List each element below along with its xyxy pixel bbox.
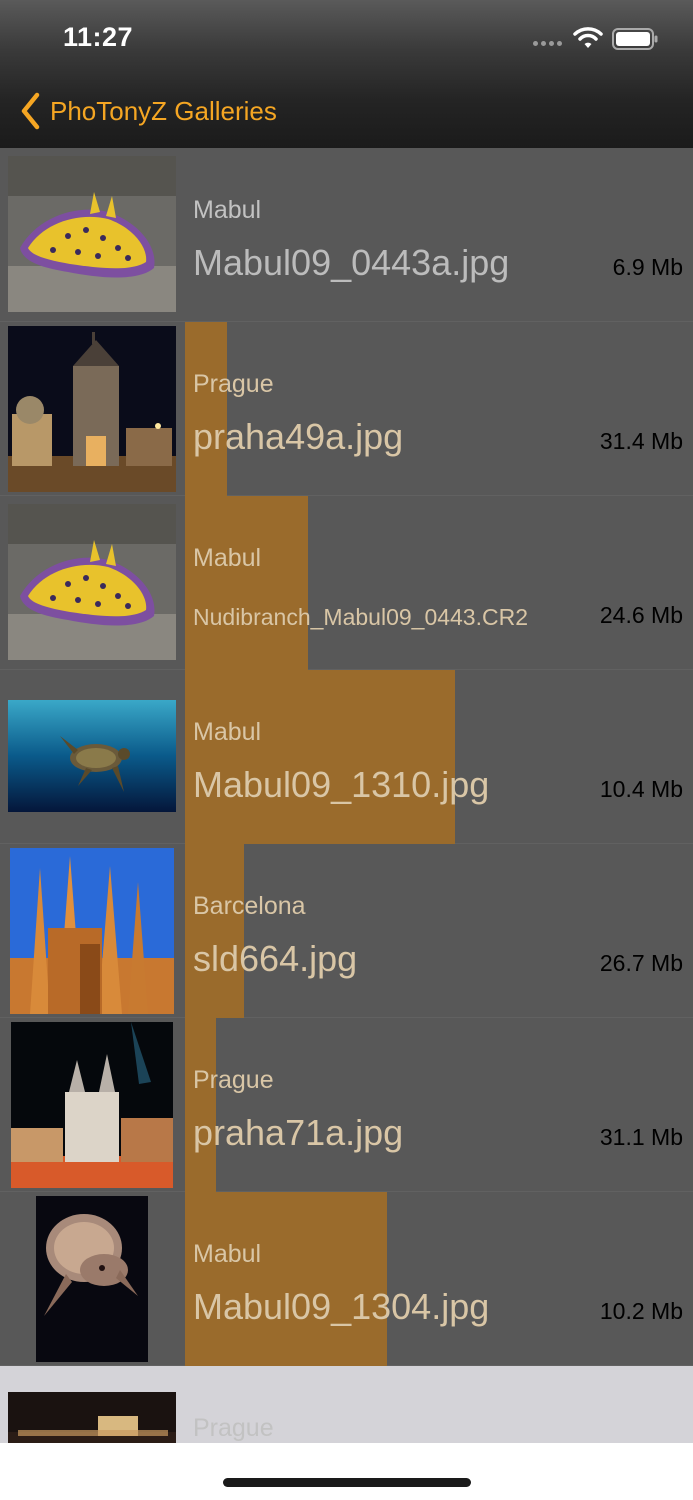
thumbnail-sea-turtle bbox=[8, 700, 176, 812]
list-item[interactable]: Mabul Mabul09_1304.jpg 10.2 Mb bbox=[0, 1192, 693, 1366]
file-name: praha49a.jpg bbox=[193, 416, 404, 457]
file-name: Mabul09_0443a.jpg bbox=[193, 242, 510, 283]
cellular-signal-icon bbox=[533, 41, 567, 47]
file-name: praha71a.jpg bbox=[193, 1112, 404, 1153]
back-button-label: PhoTonyZ Galleries bbox=[50, 95, 277, 126]
thumbnail-nudibranch bbox=[8, 504, 176, 660]
size-bar bbox=[185, 1018, 216, 1192]
thumbnail-prague-castle bbox=[8, 1392, 176, 1443]
file-size: 10.2 Mb bbox=[599, 1298, 683, 1324]
size-bar bbox=[185, 322, 227, 496]
file-size: 10.4 Mb bbox=[599, 776, 683, 802]
list-item[interactable]: Prague praha71a.jpg 31.1 Mb bbox=[0, 1018, 693, 1192]
file-name: Mabul09_1310.jpg bbox=[193, 764, 490, 805]
thumbnail-prague-night bbox=[11, 1022, 173, 1188]
size-bar bbox=[185, 496, 308, 670]
thumbnail-turtle-portrait bbox=[36, 1196, 148, 1362]
file-name: sld664.jpg bbox=[193, 938, 358, 979]
gallery-name: Mabul bbox=[193, 718, 262, 746]
status-time: 11:27 bbox=[63, 22, 134, 52]
home-indicator[interactable] bbox=[223, 1478, 471, 1487]
gallery-name: Prague bbox=[193, 1414, 274, 1442]
thumbnail-nudibranch bbox=[8, 156, 176, 312]
list-item[interactable]: Mabul Mabul09_1310.jpg 10.4 Mb bbox=[0, 670, 693, 844]
image-list[interactable]: Mabul Mabul09_0443a.jpg 6.9 Mb Prague pr… bbox=[0, 148, 693, 1443]
list-item[interactable]: Prague bbox=[0, 1366, 693, 1443]
size-bar bbox=[185, 844, 244, 1018]
wifi-icon bbox=[573, 26, 603, 50]
list-item[interactable]: Mabul Nudibranch_Mabul09_0443.CR2 24.6 M… bbox=[0, 496, 693, 670]
gallery-name: Prague bbox=[193, 370, 274, 398]
gallery-name: Mabul bbox=[193, 196, 262, 224]
size-bar bbox=[185, 670, 455, 844]
back-button[interactable]: PhoTonyZ Galleries bbox=[18, 90, 277, 132]
home-indicator-area bbox=[0, 1443, 693, 1500]
gallery-name: Mabul bbox=[193, 1240, 262, 1268]
gallery-name: Barcelona bbox=[193, 892, 306, 920]
file-name: Mabul09_1304.jpg bbox=[193, 1286, 490, 1327]
file-size: 26.7 Mb bbox=[599, 950, 683, 976]
file-size: 6.9 Mb bbox=[612, 254, 683, 280]
gallery-name: Prague bbox=[193, 1066, 274, 1094]
file-size: 31.4 Mb bbox=[599, 428, 683, 454]
chevron-left-icon bbox=[21, 92, 40, 130]
battery-icon bbox=[612, 28, 658, 50]
list-item[interactable]: Mabul Mabul09_0443a.jpg 6.9 Mb bbox=[0, 148, 693, 322]
size-bar bbox=[185, 1192, 387, 1366]
navigation-header: 11:27 PhoTonyZ Galleries bbox=[0, 0, 693, 148]
file-size: 24.6 Mb bbox=[599, 602, 683, 628]
file-name: Nudibranch_Mabul09_0443.CR2 bbox=[193, 604, 529, 630]
list-item[interactable]: Barcelona sld664.jpg 26.7 Mb bbox=[0, 844, 693, 1018]
list-item[interactable]: Prague praha49a.jpg 31.4 Mb bbox=[0, 322, 693, 496]
thumbnail-prague-tower bbox=[8, 326, 176, 492]
file-size: 31.1 Mb bbox=[599, 1124, 683, 1150]
thumbnail-sagrada-familia bbox=[10, 848, 174, 1014]
gallery-name: Mabul bbox=[193, 544, 262, 572]
